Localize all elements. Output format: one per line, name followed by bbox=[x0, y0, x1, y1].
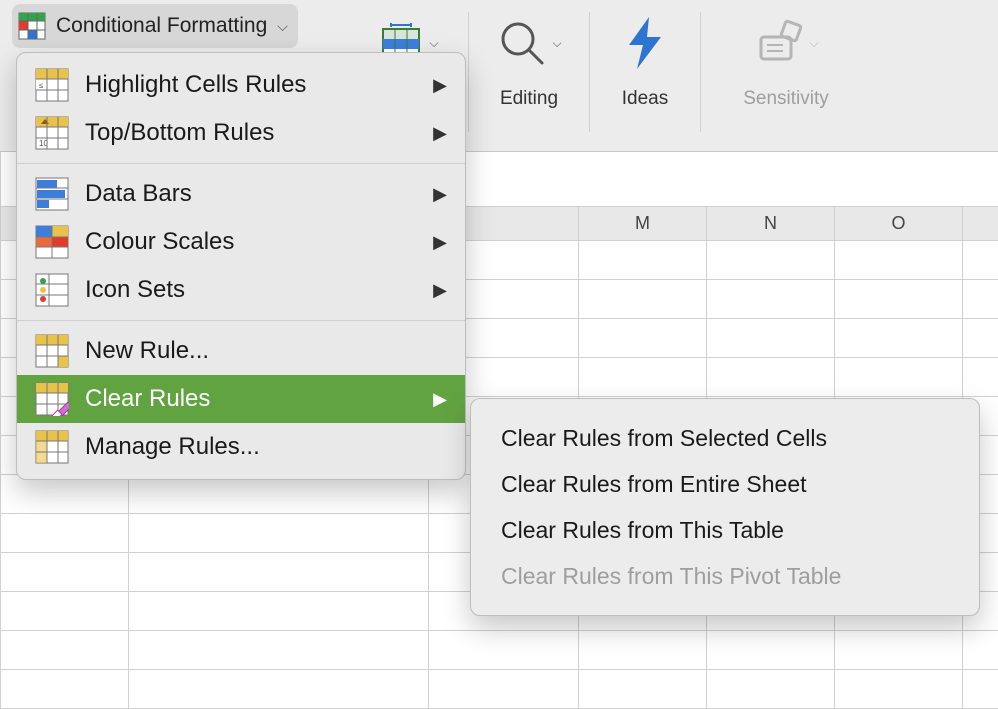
sensitivity-icon bbox=[753, 17, 805, 69]
submenu-clear-this-pivot-table: Clear Rules from This Pivot Table bbox=[471, 553, 979, 599]
submenu-arrow-icon: ▶ bbox=[433, 280, 447, 301]
top-bottom-icon: 10 bbox=[35, 116, 69, 150]
submenu-clear-entire-sheet[interactable]: Clear Rules from Entire Sheet bbox=[471, 461, 979, 507]
menu-icon-sets[interactable]: Icon Sets ▶ bbox=[17, 266, 465, 314]
new-rule-icon bbox=[35, 334, 69, 368]
clear-rules-icon bbox=[35, 382, 69, 416]
search-icon bbox=[496, 17, 548, 69]
submenu-arrow-icon: ▶ bbox=[433, 75, 447, 96]
menu-item-label: Data Bars bbox=[85, 180, 417, 208]
highlight-cells-icon: ≤ bbox=[35, 68, 69, 102]
conditional-formatting-label: Conditional Formatting bbox=[56, 14, 267, 38]
menu-separator bbox=[17, 320, 465, 321]
submenu-clear-this-table[interactable]: Clear Rules from This Table bbox=[471, 507, 979, 553]
manage-rules-icon bbox=[35, 430, 69, 464]
column-header[interactable]: O bbox=[835, 206, 963, 240]
chevron-down-icon: ⌵ bbox=[552, 36, 561, 51]
conditional-formatting-button[interactable]: Conditional Formatting ⌵ bbox=[12, 4, 298, 48]
menu-item-label: Colour Scales bbox=[85, 228, 417, 256]
menu-item-label: Icon Sets bbox=[85, 276, 417, 304]
submenu-arrow-icon: ▶ bbox=[433, 184, 447, 205]
submenu-item-label: Clear Rules from This Pivot Table bbox=[501, 563, 841, 590]
conditional-formatting-menu: ≤ Highlight Cells Rules ▶ 10 Top/Botto bbox=[16, 52, 466, 480]
menu-separator bbox=[17, 163, 465, 164]
sensitivity-label: Sensitivity bbox=[743, 88, 829, 110]
clear-rules-submenu: Clear Rules from Selected Cells Clear Ru… bbox=[470, 398, 980, 616]
conditional-formatting-icon bbox=[18, 12, 46, 40]
menu-highlight-cells-rules[interactable]: ≤ Highlight Cells Rules ▶ bbox=[17, 61, 465, 109]
data-bars-icon bbox=[35, 177, 69, 211]
menu-top-bottom-rules[interactable]: 10 Top/Bottom Rules ▶ bbox=[17, 109, 465, 157]
menu-item-label: Top/Bottom Rules bbox=[85, 119, 417, 147]
colour-scales-icon bbox=[35, 225, 69, 259]
chevron-down-icon: ⌵ bbox=[809, 36, 818, 51]
submenu-arrow-icon: ▶ bbox=[433, 232, 447, 253]
submenu-item-label: Clear Rules from Selected Cells bbox=[501, 425, 827, 452]
ribbon-group-editing[interactable]: ⌵ Editing bbox=[469, 0, 589, 110]
menu-item-label: Highlight Cells Rules bbox=[85, 71, 417, 99]
icon-sets-icon bbox=[35, 273, 69, 307]
ribbon-group-ideas[interactable]: Ideas bbox=[590, 0, 700, 110]
submenu-item-label: Clear Rules from This Table bbox=[501, 517, 784, 544]
table-row[interactable] bbox=[1, 669, 998, 708]
lightning-icon bbox=[623, 15, 667, 71]
svg-text:≤: ≤ bbox=[39, 81, 44, 90]
menu-clear-rules[interactable]: Clear Rules ▶ bbox=[17, 375, 465, 423]
chevron-down-icon: ⌵ bbox=[277, 18, 288, 35]
ideas-label: Ideas bbox=[622, 88, 668, 110]
editing-label: Editing bbox=[500, 88, 558, 110]
menu-new-rule[interactable]: New Rule... bbox=[17, 327, 465, 375]
column-header[interactable]: M bbox=[579, 206, 707, 240]
menu-item-label: New Rule... bbox=[85, 337, 447, 365]
column-header[interactable]: N bbox=[707, 206, 835, 240]
menu-colour-scales[interactable]: Colour Scales ▶ bbox=[17, 218, 465, 266]
table-row[interactable] bbox=[1, 630, 998, 669]
submenu-clear-selected-cells[interactable]: Clear Rules from Selected Cells bbox=[471, 415, 979, 461]
submenu-arrow-icon: ▶ bbox=[433, 123, 447, 144]
menu-item-label: Manage Rules... bbox=[85, 433, 447, 461]
menu-manage-rules[interactable]: Manage Rules... bbox=[17, 423, 465, 471]
menu-data-bars[interactable]: Data Bars ▶ bbox=[17, 170, 465, 218]
submenu-item-label: Clear Rules from Entire Sheet bbox=[501, 471, 807, 498]
chevron-down-icon: ⌵ bbox=[429, 36, 438, 51]
menu-item-label: Clear Rules bbox=[85, 385, 417, 413]
column-header[interactable]: P bbox=[963, 206, 998, 240]
submenu-arrow-icon: ▶ bbox=[433, 389, 447, 410]
ribbon-group-sensitivity: ⌵ Sensitivity bbox=[701, 0, 871, 110]
